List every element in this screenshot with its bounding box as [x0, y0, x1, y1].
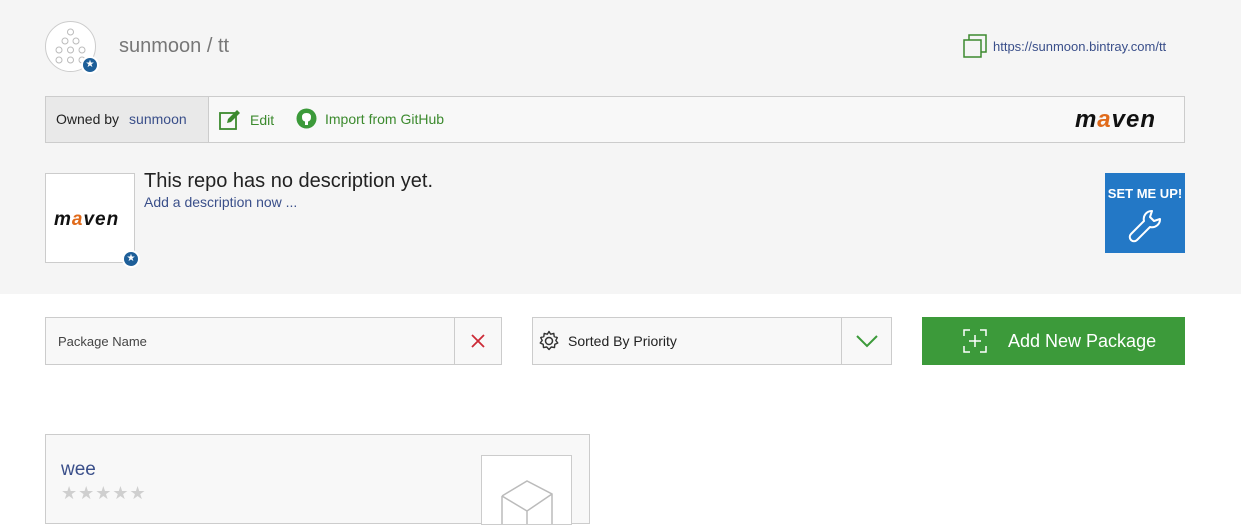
wrench-icon — [1128, 210, 1161, 243]
repo-toolbar: Owned by sunmoon Edit Import from GitHub … — [45, 96, 1185, 143]
edit-icon — [219, 110, 240, 130]
clear-search-button[interactable] — [454, 318, 501, 364]
repo-header: ★ sunmoon / tt https://sunmoon.bintray.c… — [0, 0, 1241, 294]
owned-by: Owned by sunmoon — [46, 97, 209, 142]
sort-dropdown[interactable]: Sorted By Priority — [532, 317, 892, 365]
close-icon — [471, 334, 485, 348]
add-new-package-button[interactable]: Add New Package — [922, 317, 1185, 365]
import-github-label: Import from GitHub — [325, 110, 445, 127]
edit-button[interactable]: Edit — [218, 108, 274, 132]
set-me-up-label: SET ME UP! — [1107, 186, 1183, 201]
edit-label: Edit — [250, 112, 275, 128]
package-thumbnail — [481, 455, 572, 525]
repo-description: This repo has no description yet. — [144, 170, 434, 192]
copy-icon[interactable] — [962, 33, 988, 59]
package-box-icon — [501, 480, 553, 524]
package-name-link[interactable]: wee — [61, 459, 96, 481]
maven-logo: maven — [54, 209, 120, 230]
repo-title: sunmoon / tt — [119, 35, 230, 57]
owned-by-label: Owned by — [56, 111, 120, 127]
gear-icon — [539, 330, 559, 351]
org-avatar[interactable]: ★ — [45, 21, 99, 74]
repo-image: maven ★ — [45, 173, 140, 268]
package-card[interactable]: wee ★★★★★ — [45, 434, 590, 525]
maven-logo: maven — [1074, 106, 1156, 133]
star-badge-icon: ★ — [81, 56, 99, 74]
import-github-button[interactable]: Import from GitHub — [296, 108, 444, 129]
repo-url[interactable]: https://sunmoon.bintray.com/tt — [962, 33, 1166, 59]
chevron-down-icon — [855, 335, 878, 348]
set-me-up-button[interactable]: SET ME UP! — [1105, 173, 1185, 253]
repo-url-link[interactable]: https://sunmoon.bintray.com/tt — [993, 39, 1166, 54]
github-icon — [296, 108, 317, 129]
add-icon — [963, 329, 987, 353]
package-search — [45, 317, 502, 365]
star-badge-icon: ★ — [122, 250, 140, 268]
rating-stars: ★★★★★ — [61, 483, 147, 503]
owner-link[interactable]: sunmoon — [129, 111, 187, 127]
add-description-link[interactable]: Add a description now ... — [144, 194, 297, 210]
sort-label: Sorted By Priority — [568, 333, 677, 349]
sort-dropdown-toggle[interactable] — [841, 318, 891, 364]
add-new-package-label: Add New Package — [1008, 330, 1157, 351]
package-name-input[interactable] — [46, 318, 455, 364]
